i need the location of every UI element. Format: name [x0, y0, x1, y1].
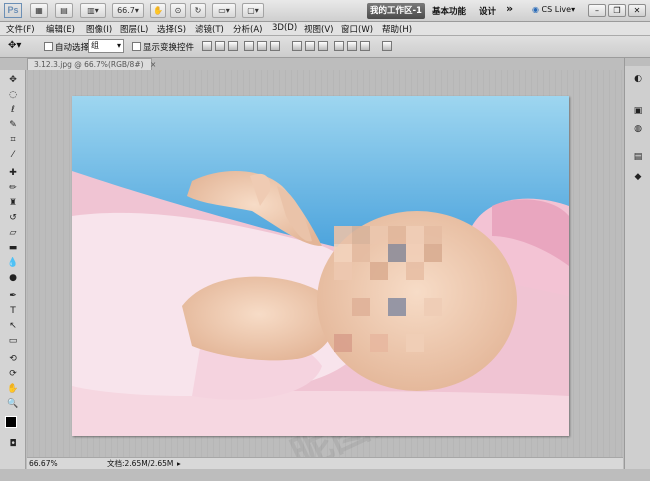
- workspace-active[interactable]: 我的工作区-1: [367, 3, 425, 19]
- restore-button[interactable]: ❐: [608, 4, 626, 17]
- zoom-icon[interactable]: ⊙: [170, 3, 186, 18]
- cs-live-icon: ◉: [532, 5, 539, 14]
- hand-icon[interactable]: ✋: [150, 3, 166, 18]
- photoshop-logo: Ps: [4, 3, 22, 18]
- view-extras-icon[interactable]: ▥▾: [80, 3, 106, 18]
- cs-live-button[interactable]: ◉ CS Live▾: [532, 5, 575, 14]
- eraser-tool-icon[interactable]: ▱: [6, 227, 20, 239]
- channels-panel-icon[interactable]: ▤: [630, 150, 646, 164]
- path-select-tool-icon[interactable]: ↖: [6, 320, 20, 332]
- align-hcenter-icon[interactable]: [257, 41, 267, 51]
- gradient-tool-icon[interactable]: ▬: [6, 242, 20, 254]
- quick-mask-icon[interactable]: ◘: [6, 438, 20, 450]
- blur-tool-icon[interactable]: 💧: [6, 257, 20, 269]
- masks-panel-icon[interactable]: ◍: [630, 122, 646, 136]
- quick-select-tool-icon[interactable]: ✎: [6, 119, 20, 131]
- menu-layer[interactable]: 图层(L): [120, 23, 148, 35]
- align-left-icon[interactable]: [244, 41, 254, 51]
- auto-align-icon[interactable]: [382, 41, 392, 51]
- crop-tool-icon[interactable]: ⌗: [6, 134, 20, 146]
- panel-dock-header[interactable]: [625, 58, 650, 66]
- distribute-hcenter-icon[interactable]: [347, 41, 357, 51]
- menu-view[interactable]: 视图(V): [304, 23, 333, 35]
- menu-edit[interactable]: 编辑(E): [46, 23, 75, 35]
- auto-select-dropdown[interactable]: 组 ▾: [88, 39, 124, 53]
- document-tab-label: 3.12.3.jpg @ 66.7%(RGB/8#): [34, 60, 144, 69]
- menu-file[interactable]: 文件(F): [6, 23, 35, 35]
- pen-tool-icon[interactable]: ✒: [6, 290, 20, 302]
- menu-select[interactable]: 选择(S): [157, 23, 186, 35]
- zoom-level-button[interactable]: 66.7▾: [112, 3, 144, 18]
- 3d-rotate-tool-icon[interactable]: ⟲: [6, 353, 20, 365]
- move-tool-preset-icon[interactable]: ✥▾: [8, 40, 21, 51]
- status-menu-arrow-icon[interactable]: ▸: [177, 458, 181, 469]
- history-brush-tool-icon[interactable]: ↺: [6, 212, 20, 224]
- align-vcenter-icon[interactable]: [215, 41, 225, 51]
- options-bar: ✥▾ 自动选择: 组 ▾ 显示变换控件: [0, 36, 650, 58]
- show-transform-label: 显示变换控件: [143, 43, 195, 53]
- zoom-tool-icon[interactable]: 🔍: [6, 398, 20, 410]
- distribute-left-icon[interactable]: [334, 41, 344, 51]
- distribute-vcenter-icon[interactable]: [305, 41, 315, 51]
- chevron-down-icon: ▾: [116, 41, 121, 50]
- toolbox: ✥ ◌ ℓ ✎ ⌗ ⁄ ✚ ✏ ♜ ↺ ▱ ▬ 💧 ● ✒ T ↖ ▭ ⟲ ⟳ …: [0, 70, 26, 469]
- marquee-tool-icon[interactable]: ◌: [6, 89, 20, 101]
- align-top-icon[interactable]: [202, 41, 212, 51]
- cs-live-label: CS Live: [541, 5, 572, 14]
- distribute-bottom-icon[interactable]: [318, 41, 328, 51]
- auto-select-value: 组: [91, 41, 99, 50]
- status-doc-info: 文档:2.65M/2.65M: [107, 459, 174, 468]
- distribute-top-icon[interactable]: [292, 41, 302, 51]
- menu-3d[interactable]: 3D(D): [272, 23, 297, 33]
- menu-help[interactable]: 帮助(H): [382, 23, 412, 35]
- document-image[interactable]: [72, 96, 569, 436]
- arrange-icon[interactable]: ▭▾: [212, 3, 236, 18]
- menu-image[interactable]: 图像(I): [86, 23, 112, 35]
- panel-dock: ◐ ▣ ◍ ▤ ◆: [624, 58, 650, 469]
- minibridge-icon[interactable]: ▤: [55, 3, 73, 18]
- more-workspaces[interactable]: »: [506, 2, 513, 15]
- zoom-level-value: 66.7: [117, 6, 135, 15]
- layers-panel-icon[interactable]: ◆: [630, 170, 646, 184]
- rotate-icon[interactable]: ↻: [190, 3, 206, 18]
- status-zoom[interactable]: 66.67%: [29, 458, 58, 469]
- lasso-tool-icon[interactable]: ℓ: [6, 104, 20, 116]
- align-right-icon[interactable]: [270, 41, 280, 51]
- baby-photo: [72, 96, 569, 436]
- menu-analysis[interactable]: 分析(A): [233, 23, 262, 35]
- menu-filter[interactable]: 滤镜(T): [195, 23, 224, 35]
- move-tool-icon[interactable]: ✥: [6, 74, 20, 86]
- minimize-button[interactable]: –: [588, 4, 606, 17]
- healing-brush-tool-icon[interactable]: ✚: [6, 167, 20, 179]
- menu-bar: 文件(F) 编辑(E) 图像(I) 图层(L) 选择(S) 滤镜(T) 分析(A…: [0, 22, 650, 36]
- document-tab[interactable]: 3.12.3.jpg @ 66.7%(RGB/8#) ×: [27, 58, 156, 70]
- brush-tool-icon[interactable]: ✏: [6, 182, 20, 194]
- eyedropper-tool-icon[interactable]: ⁄: [6, 149, 20, 161]
- distribute-right-icon[interactable]: [360, 41, 370, 51]
- hand-tool-icon[interactable]: ✋: [6, 383, 20, 395]
- auto-select-checkbox[interactable]: [44, 42, 53, 51]
- bridge-icon[interactable]: ▦: [30, 3, 48, 18]
- status-bar: 66.67% 文档:2.65M/2.65M ▸: [27, 457, 623, 469]
- foreground-color-swatch[interactable]: [5, 416, 17, 428]
- auto-select-label: 自动选择:: [55, 43, 92, 53]
- workspace-basic[interactable]: 基本功能: [432, 5, 466, 17]
- align-bottom-icon[interactable]: [228, 41, 238, 51]
- show-transform-checkbox[interactable]: [132, 42, 141, 51]
- shape-tool-icon[interactable]: ▭: [6, 335, 20, 347]
- clone-stamp-tool-icon[interactable]: ♜: [6, 197, 20, 209]
- navigator-panel-icon[interactable]: ◐: [630, 72, 646, 86]
- application-bar: Ps ▦ ▤ ▥▾ 66.7▾ ✋ ⊙ ↻ ▭▾ ▢▾ 我的工作区-1 基本功能…: [0, 0, 650, 22]
- type-tool-icon[interactable]: T: [6, 305, 20, 317]
- dodge-tool-icon[interactable]: ●: [6, 272, 20, 284]
- menu-window[interactable]: 窗口(W): [341, 23, 373, 35]
- close-tab-icon[interactable]: ×: [150, 60, 156, 69]
- workspace-design[interactable]: 设计: [479, 5, 496, 17]
- close-button[interactable]: ✕: [628, 4, 646, 17]
- screen-mode-icon[interactable]: ▢▾: [242, 3, 264, 18]
- 3d-orbit-tool-icon[interactable]: ⟳: [6, 368, 20, 380]
- adjustments-panel-icon[interactable]: ▣: [630, 104, 646, 118]
